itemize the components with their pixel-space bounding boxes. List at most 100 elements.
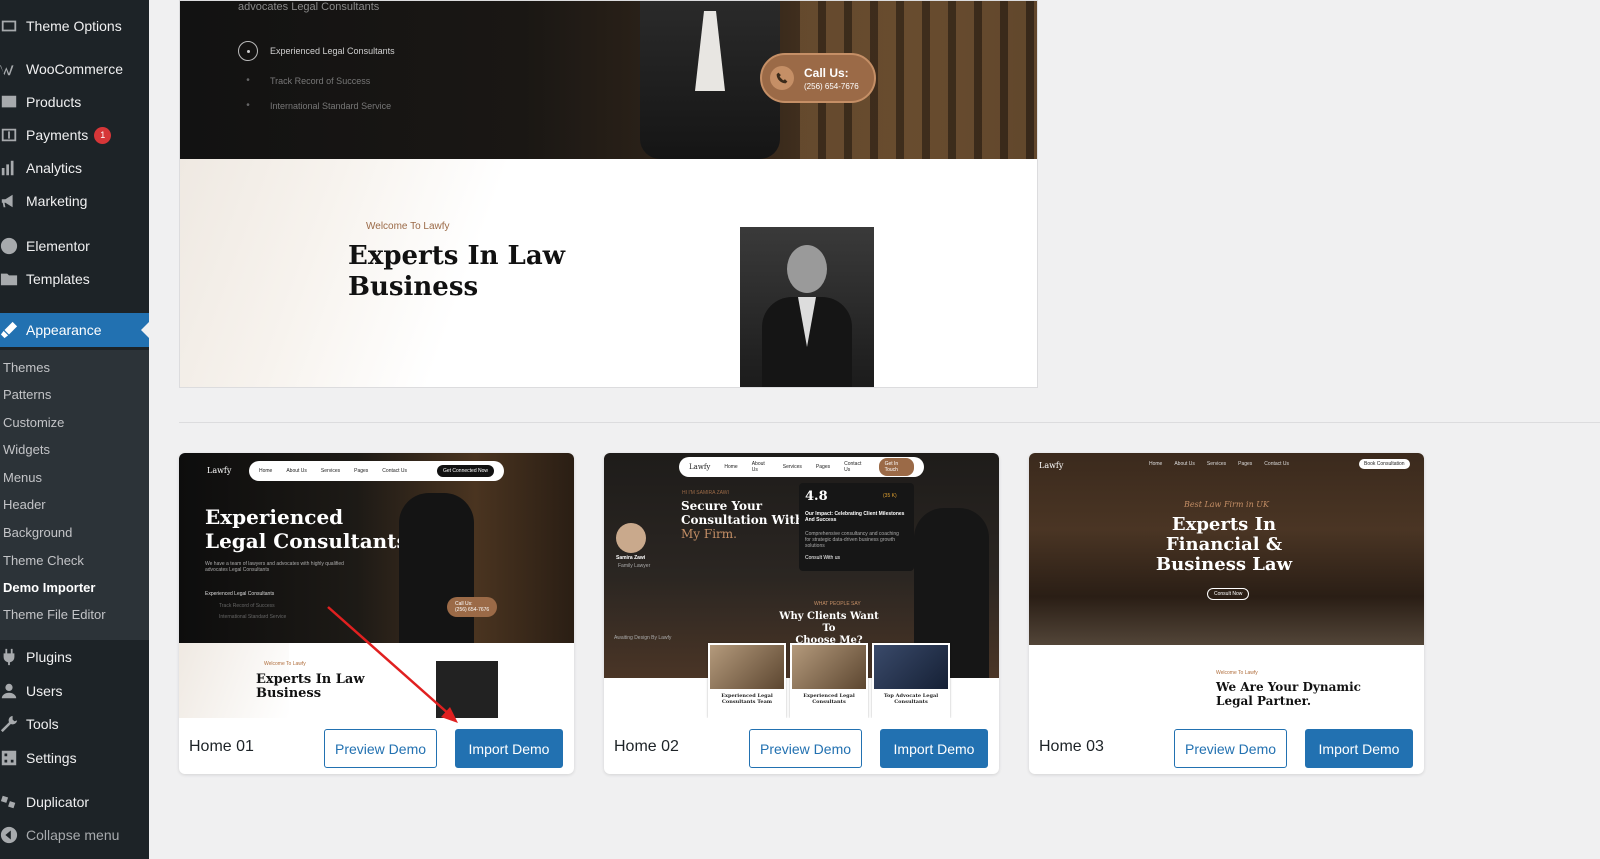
call-us-number: (256) 654-7676 — [804, 81, 859, 91]
thumb-nav: Lawfy Home About Us Services Pages Contact U… — [679, 457, 924, 477]
thumb-about-section: Welcome To Lawfy Experts In Law Business — [179, 643, 574, 718]
preview-demo-button[interactable]: Preview Demo — [749, 729, 862, 768]
sidebar-item-label: Elementor — [26, 238, 90, 254]
thumb-welcome: Welcome To Lawfy — [264, 661, 306, 667]
thumb-list-item: Experienced Legal Consultants — [205, 591, 275, 597]
sidebar-item-label: Appearance — [26, 322, 102, 338]
thumb-hero-title: Secure Your Consultation With My Firm. — [681, 499, 804, 541]
templates-icon — [0, 270, 18, 288]
thumb-portrait — [436, 661, 498, 718]
sidebar-item-marketing[interactable]: Marketing — [0, 186, 149, 216]
lawyer-photo — [640, 1, 780, 159]
admin-sidebar: Theme Options WooCommerce Products Payme… — [0, 0, 149, 859]
sidebar-item-elementor[interactable]: Elementor — [0, 231, 149, 261]
sidebar-item-theme-options[interactable]: Theme Options — [0, 11, 149, 41]
collapse-icon — [0, 826, 18, 844]
sidebar-item-users[interactable]: Users — [0, 676, 149, 706]
sidebar-item-products[interactable]: Products — [0, 87, 149, 117]
card-footer: Home 02 Preview Demo Import Demo — [604, 718, 999, 774]
analytics-icon — [0, 159, 18, 177]
sidebar-item-label: Products — [26, 94, 82, 110]
thumb-about-section: Welcome To Lawfy We Are Your Dynamic Lega… — [1029, 645, 1424, 718]
sidebar-item-label: WooCommerce — [26, 61, 123, 77]
demo-thumbnail[interactable]: Lawfy Home About Us Services Pages Contact U… — [1029, 453, 1424, 718]
section-divider — [179, 422, 1600, 423]
sidebar-item-tools[interactable]: Tools — [0, 709, 149, 739]
submenu-item-customize[interactable]: Customize — [3, 415, 64, 430]
preview-about-section: Welcome To Lawfy Experts In Law Business — [180, 159, 1037, 387]
sidebar-item-templates[interactable]: Templates — [0, 264, 149, 294]
submenu-item-theme-check[interactable]: Theme Check — [3, 553, 84, 568]
thumb-section-title: We Are Your Dynamic Legal Partner. — [1216, 680, 1361, 708]
thumb-hero-title: Experts In Financial & Business Law — [1155, 514, 1293, 575]
collapse-menu-button[interactable]: Collapse menu — [0, 820, 149, 850]
tools-icon — [0, 715, 18, 733]
list-item: • International Standard Service — [246, 100, 392, 111]
elementor-icon — [0, 237, 18, 255]
lawfy-logo: Lawfy — [207, 466, 232, 475]
preview-feature-list: Experienced Legal Consultants • Track Rec… — [238, 41, 395, 125]
thumb-person-name: Samira Zawi — [616, 555, 646, 561]
list-item: Experienced Legal Consultants — [238, 41, 395, 61]
preview-demo-button[interactable]: Preview Demo — [324, 729, 437, 768]
sidebar-item-label: Plugins — [26, 649, 72, 665]
import-demo-button[interactable]: Import Demo — [880, 729, 988, 768]
appearance-icon — [0, 321, 18, 339]
woocommerce-icon — [0, 60, 18, 78]
thumb-list-item: Track Record of Success — [219, 603, 275, 609]
thumb-section-kicker: WHAT PEOPLE SAY — [814, 601, 861, 607]
preview-hero-subtitle: advocates Legal Consultants — [238, 1, 380, 13]
appearance-submenu: Themes Patterns Customize Widgets Menus … — [0, 350, 149, 640]
submenu-item-background[interactable]: Background — [3, 525, 72, 540]
demo-name: Home 03 — [1039, 738, 1104, 755]
sidebar-item-payments[interactable]: Payments 1 — [0, 120, 149, 150]
call-us-pill: Call Us: (256) 654-7676 — [760, 53, 876, 103]
submenu-item-theme-file-editor[interactable]: Theme File Editor — [3, 607, 106, 622]
thumb-hero-title: Experienced Legal Consultants — [205, 505, 408, 553]
payments-icon — [0, 126, 18, 144]
demo-thumbnail[interactable]: Lawfy Home About Us Services Pages Contact U… — [179, 453, 574, 718]
circle-bullet-icon — [238, 41, 258, 61]
lawyer-portrait-photo — [740, 227, 874, 387]
sidebar-item-woocommerce[interactable]: WooCommerce — [0, 54, 149, 84]
submenu-item-demo-importer[interactable]: Demo Importer — [3, 580, 95, 595]
thumb-person-role: Family Lawyer — [618, 563, 651, 569]
preview-demo-button[interactable]: Preview Demo — [1174, 729, 1287, 768]
thumb-nav: Home About Us Services Pages Contact Us — [1149, 461, 1290, 467]
thumb-section-title: Experts In Law Business — [256, 672, 365, 701]
sidebar-item-analytics[interactable]: Analytics — [0, 153, 149, 183]
thumb-hero: Lawfy Home About Us Services Pages Contact U… — [179, 453, 574, 643]
sidebar-item-label: Users — [26, 683, 63, 699]
thumb-nav: Home About Us Services Pages Contact Us Get … — [249, 461, 504, 481]
import-demo-button[interactable]: Import Demo — [455, 729, 563, 768]
sidebar-item-appearance[interactable]: Appearance — [0, 313, 149, 347]
submenu-item-widgets[interactable]: Widgets — [3, 442, 50, 457]
import-demo-button[interactable]: Import Demo — [1305, 729, 1413, 768]
thumb-footer-text: Awaiting Design By Lawfy — [614, 635, 672, 641]
demo-card-home-01: Lawfy Home About Us Services Pages Contact U… — [179, 453, 574, 774]
demo-thumbnail[interactable]: Lawfy Home About Us Services Pages Contact U… — [604, 453, 999, 718]
sidebar-item-duplicator[interactable]: Duplicator — [0, 787, 149, 817]
thumb-call-pill: Call Us: (256) 654-7676 — [447, 597, 498, 617]
thumb-section-title: Why Clients Want To Choose Me? — [779, 611, 879, 646]
welcome-label: Welcome To Lawfy — [366, 221, 450, 232]
submenu-item-menus[interactable]: Menus — [3, 470, 42, 485]
sidebar-item-settings[interactable]: Settings — [0, 743, 149, 773]
theme-options-icon — [0, 17, 18, 35]
card-footer: Home 03 Preview Demo Import Demo — [1029, 718, 1424, 774]
demo-preview-panel: advocates Legal Consultants Experienced … — [179, 0, 1038, 388]
card-footer: Home 01 Preview Demo Import Demo — [179, 718, 574, 774]
plugins-icon — [0, 648, 18, 666]
phone-icon — [770, 66, 794, 90]
submenu-item-patterns[interactable]: Patterns — [3, 387, 51, 402]
sidebar-item-plugins[interactable]: Plugins — [0, 642, 149, 672]
thumb-service-card: Experienced Legal Consultants — [790, 643, 868, 718]
thumb-cta: Book Consultation — [1359, 459, 1410, 469]
sidebar-item-label: Marketing — [26, 193, 88, 209]
submenu-item-themes[interactable]: Themes — [3, 360, 50, 375]
submenu-item-header[interactable]: Header — [3, 497, 46, 512]
preview-hero: advocates Legal Consultants Experienced … — [180, 1, 1037, 159]
duplicator-icon — [0, 793, 18, 811]
demo-card-home-03: Lawfy Home About Us Services Pages Contact U… — [1029, 453, 1424, 774]
products-icon — [0, 93, 18, 111]
